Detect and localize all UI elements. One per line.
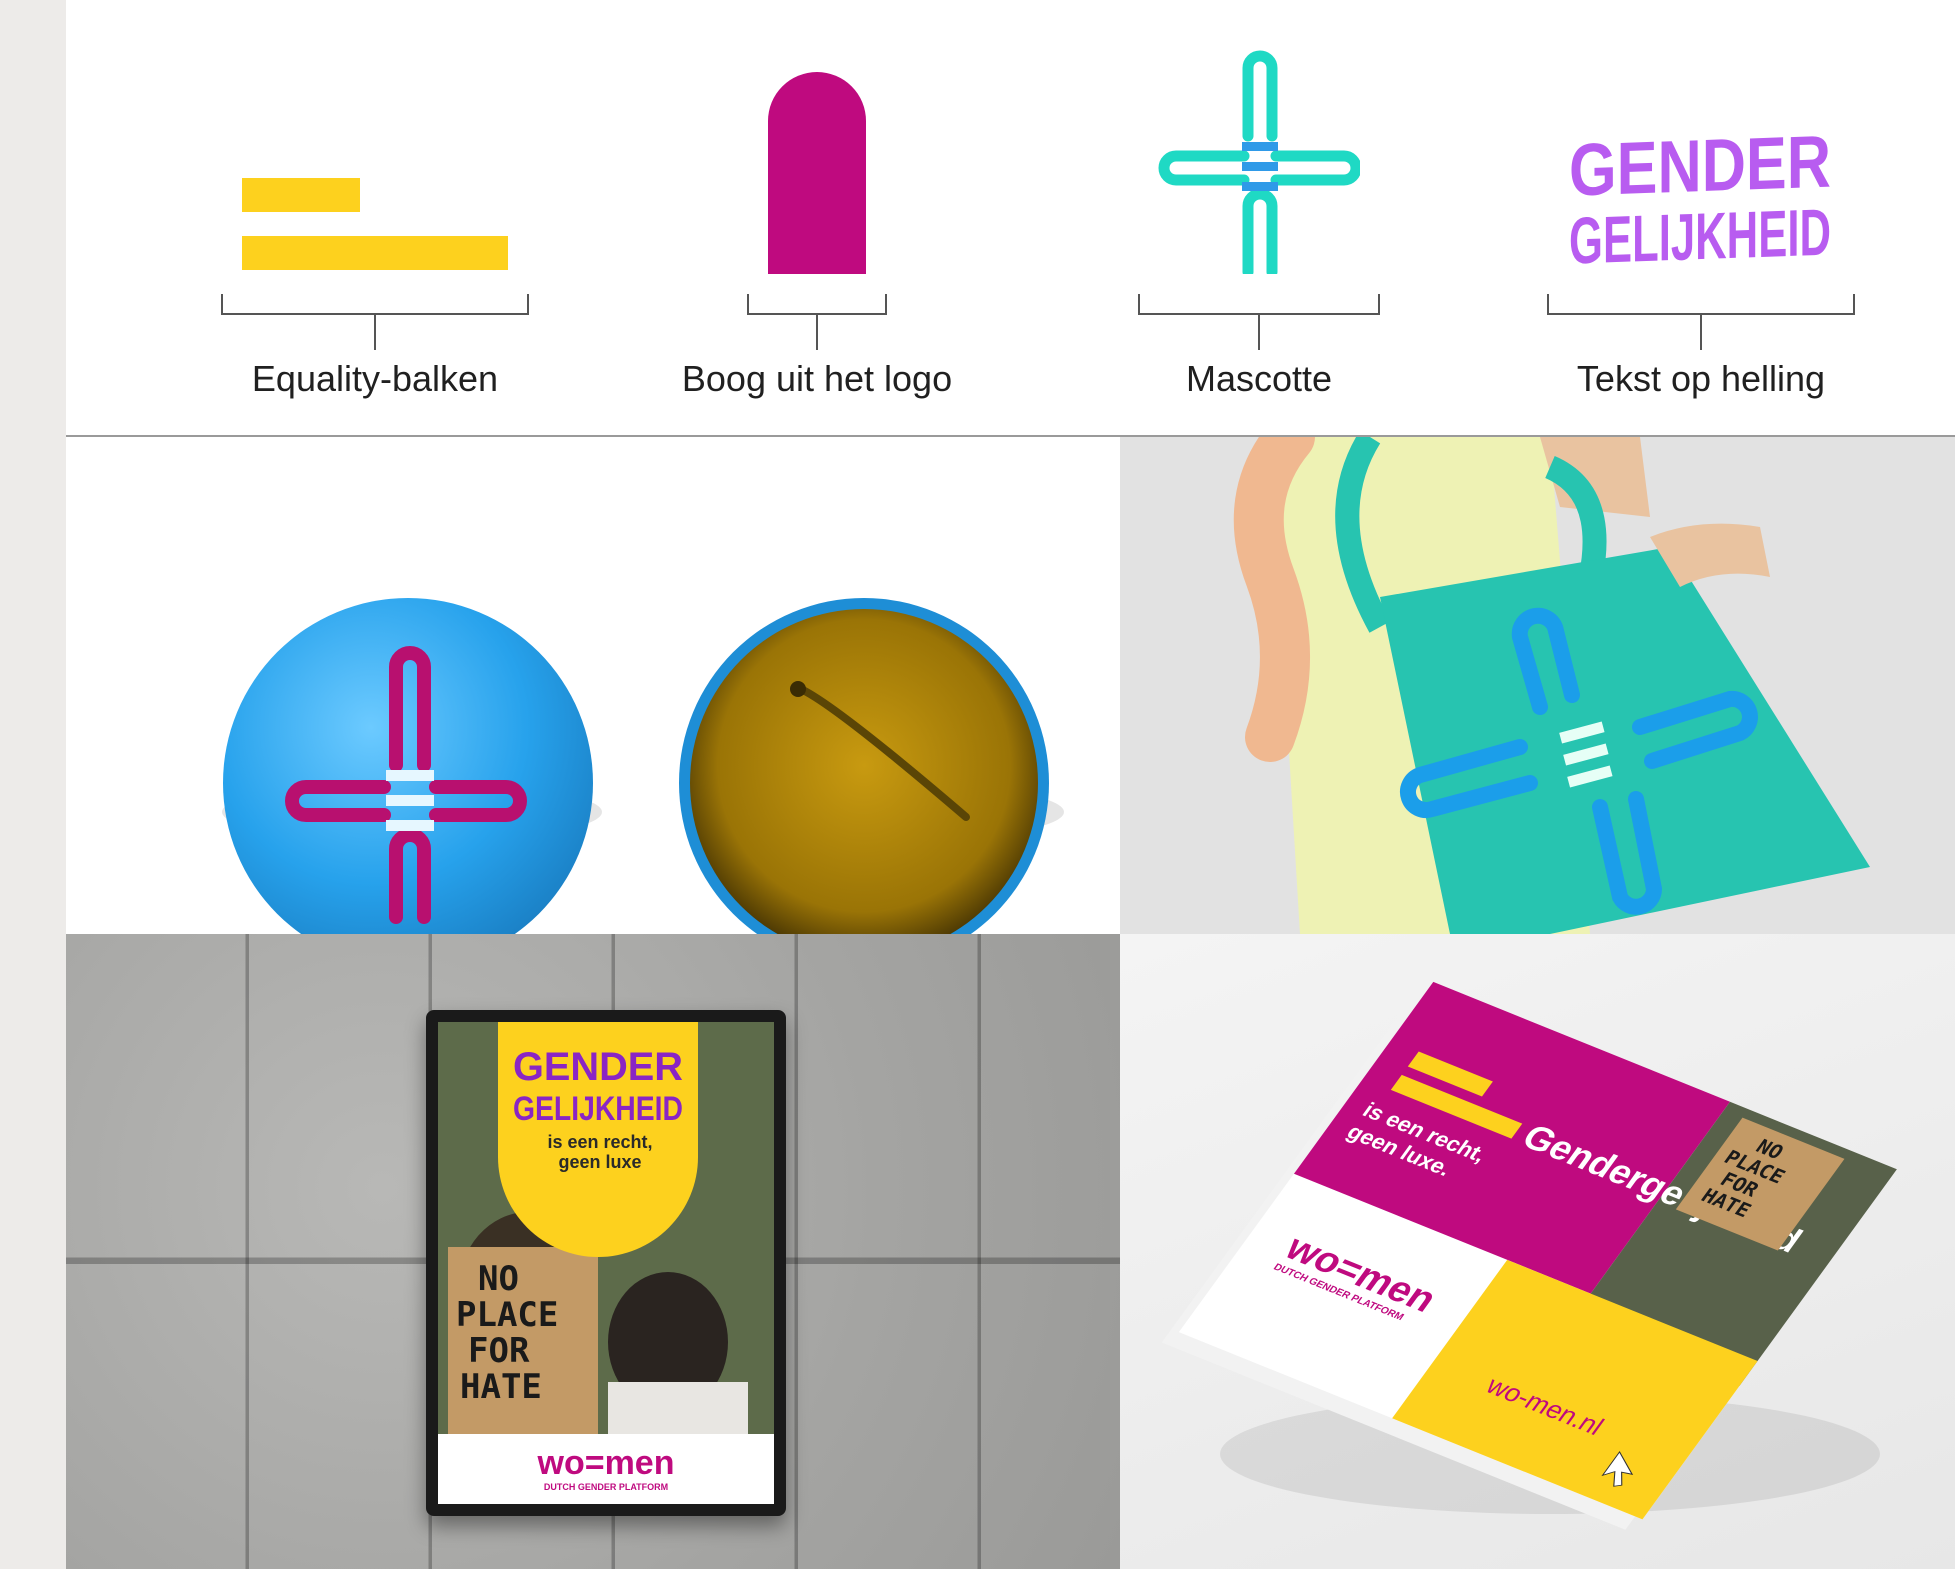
mascot-bracket bbox=[1138, 294, 1380, 350]
equality-bar-long bbox=[242, 236, 508, 270]
poster-brand-sub: DUTCH GENDER PLATFORM bbox=[544, 1482, 668, 1492]
equality-bars-graphic bbox=[242, 178, 508, 270]
book-mockup: Gendergelijkheid is een recht, geen luxe… bbox=[1120, 934, 1955, 1569]
wordmark-line-2: GELIJKHEID bbox=[1569, 195, 1831, 278]
poster-sub-2: geen luxe bbox=[558, 1152, 641, 1172]
poster-sign-line-3: FOR bbox=[468, 1331, 530, 1371]
poster-sign-line-2: PLACE bbox=[456, 1295, 558, 1335]
arch-bracket bbox=[747, 294, 887, 350]
poster-mockup: GENDER GELIJKHEID is een recht, geen lux… bbox=[66, 934, 1120, 1569]
poster-sign-line-4: HATE bbox=[460, 1367, 542, 1407]
caption-equality-bars: Equality-balken bbox=[251, 358, 499, 399]
book-illustration: Gendergelijkheid is een recht, geen luxe… bbox=[1161, 981, 1897, 1530]
poster-brand: wo=men bbox=[537, 1444, 675, 1482]
poster-frame: GENDER GELIJKHEID is een recht, geen lux… bbox=[426, 1010, 786, 1516]
poster-sub-1: is een recht, bbox=[547, 1132, 652, 1152]
badges-illustration bbox=[222, 598, 1064, 934]
poster-artwork: GENDER GELIJKHEID is een recht, geen lux… bbox=[438, 1022, 774, 1504]
caption-slanted-text: Tekst op helling bbox=[1576, 358, 1826, 399]
poster-sign-line-1: NO bbox=[478, 1259, 519, 1299]
caption-logo-arch: Boog uit het logo bbox=[681, 358, 953, 399]
logo-arch-graphic bbox=[768, 72, 866, 274]
poster-title-1: GENDER bbox=[513, 1045, 683, 1089]
tote-illustration bbox=[1233, 437, 1870, 934]
tote-bag-mockup bbox=[1120, 437, 1955, 934]
equality-bracket bbox=[221, 294, 529, 350]
gender-gelijkheid-wordmark: GENDER GELIJKHEID bbox=[1569, 128, 1831, 278]
equality-bar-short bbox=[242, 178, 360, 212]
mascot-graphic bbox=[1158, 50, 1360, 274]
caption-mascot: Mascotte bbox=[1185, 358, 1333, 399]
badges-mockup bbox=[66, 437, 1120, 934]
text-bracket bbox=[1547, 294, 1855, 350]
left-margin-strip bbox=[0, 0, 66, 1569]
poster-title-2: GELIJKHEID bbox=[513, 1090, 683, 1128]
tote-bag-body bbox=[1380, 547, 1870, 934]
